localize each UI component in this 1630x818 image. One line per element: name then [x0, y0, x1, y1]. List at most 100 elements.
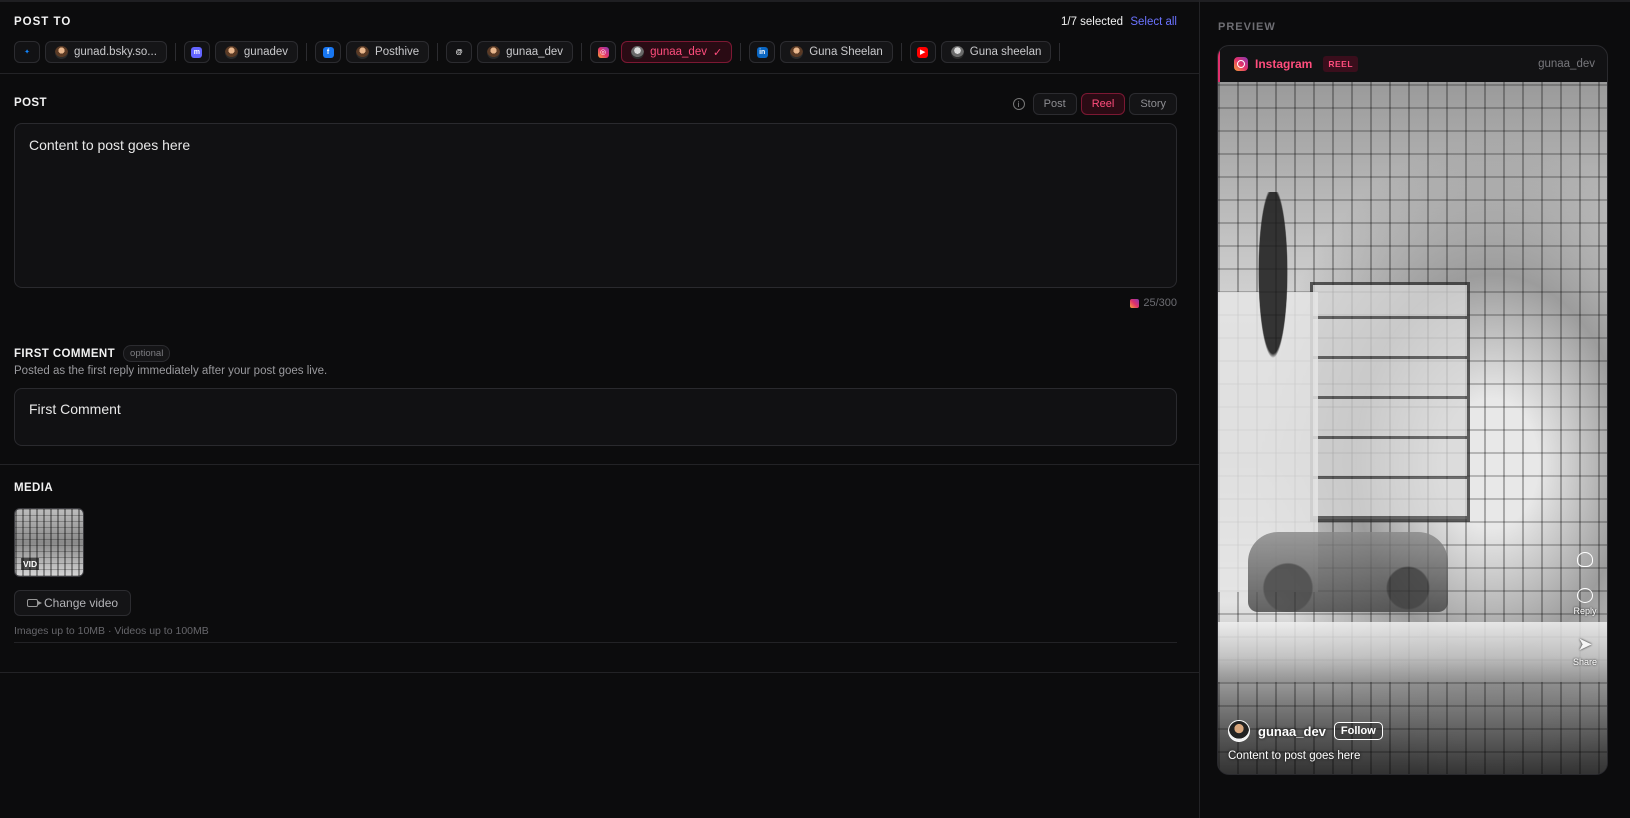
video-frame-detail [1248, 532, 1448, 612]
mastodon-icon: m [191, 46, 203, 58]
group-separator [900, 43, 902, 61]
reply-icon [1577, 588, 1593, 603]
share-label: Share [1572, 657, 1598, 667]
account-name: Posthive [375, 46, 420, 58]
account-name: gunaa_dev [506, 46, 564, 58]
preview-card: Instagram REEL gunaa_dev Reply ➤ Share g… [1217, 45, 1608, 775]
avatar [55, 45, 68, 59]
account-name: Guna sheelan [969, 46, 1042, 58]
selected-count: 1/7 selected [1060, 16, 1123, 28]
group-separator [581, 43, 583, 61]
avatar [631, 45, 645, 59]
account-chip-threads[interactable]: gunaa_dev [477, 41, 574, 63]
reel-video[interactable]: Reply ➤ Share gunaa_dev Follow Content t… [1218, 82, 1607, 774]
reel-footer: gunaa_dev Follow Content to post goes he… [1228, 720, 1558, 762]
first-comment-header: FIRST COMMENT optional [14, 345, 171, 362]
type-story-button[interactable]: Story [1129, 93, 1177, 115]
post-title: POST [14, 97, 47, 109]
share-icon: ➤ [1577, 634, 1593, 654]
post-content-textarea[interactable]: Content to post goes here [14, 123, 1177, 288]
post-to-header: POST TO 1/7 selected Select all [14, 16, 1177, 32]
type-post-button[interactable]: Post [1032, 93, 1077, 115]
reel-badge: REEL [1323, 56, 1359, 72]
avatar [487, 45, 501, 59]
first-comment-description: Posted as the first reply immediately af… [14, 365, 328, 377]
account-name: Guna Sheelan [809, 46, 883, 58]
media-title: MEDIA [14, 482, 54, 494]
preview-platform: Instagram [1255, 57, 1313, 71]
account-chip-instagram[interactable]: gunaa_dev ✓ [621, 41, 733, 63]
info-icon[interactable]: i [1012, 98, 1025, 110]
reel-username: gunaa_dev [1258, 723, 1326, 739]
instagram-icon [1234, 57, 1248, 71]
group-separator [437, 43, 439, 61]
type-reel-button[interactable]: Reel [1080, 93, 1126, 115]
divider [0, 672, 1199, 673]
linkedin-icon: in [756, 46, 768, 58]
preview-header: Instagram REEL gunaa_dev [1218, 46, 1607, 82]
change-video-label: Change video [44, 596, 119, 610]
change-video-button[interactable]: Change video [14, 590, 132, 616]
counter-text: 25/300 [1143, 297, 1177, 309]
platform-filter-linkedin[interactable]: in [749, 41, 776, 63]
threads-icon: @ [455, 48, 463, 56]
group-separator [174, 43, 176, 61]
divider [0, 73, 1199, 74]
instagram-icon: ◎ [597, 46, 609, 58]
platform-filter-threads[interactable]: @ [446, 41, 473, 63]
avatar [790, 45, 804, 59]
account-name: gunaa_dev [650, 46, 707, 58]
first-comment-input[interactable]: First Comment [14, 388, 1177, 446]
platform-filter-youtube[interactable]: ▶ [909, 41, 936, 63]
divider [14, 642, 1177, 643]
video-frame-detail [1310, 282, 1470, 522]
heart-icon [1577, 552, 1593, 567]
composer-panel: POST TO 1/7 selected Select all ✦ gunad.b… [0, 0, 1199, 818]
avatar [224, 45, 238, 59]
reply-action[interactable]: Reply [1567, 588, 1603, 616]
group-separator [1059, 43, 1061, 61]
account-chip-mastodon[interactable]: gunadev [214, 41, 299, 63]
platform-filter-instagram[interactable]: ◎ [590, 41, 617, 63]
follow-button[interactable]: Follow [1333, 722, 1383, 740]
platform-filter-facebook[interactable]: f [315, 41, 342, 63]
account-name: gunadev [243, 46, 289, 58]
account-chip-facebook[interactable]: Posthive [346, 41, 430, 63]
account-chip-linkedin[interactable]: Guna Sheelan [780, 41, 893, 63]
preview-username: gunaa_dev [1538, 58, 1595, 70]
account-selector: ✦ gunad.bsky.so... m gunadev f Posthive @ gunaa… [14, 40, 1068, 64]
like-action[interactable] [1567, 552, 1603, 570]
platform-filter-mastodon[interactable]: m [183, 41, 210, 63]
media-limits: Images up to 10MB · Videos up to 100MB [14, 625, 209, 637]
reel-actions: Reply ➤ Share [1567, 552, 1603, 685]
instagram-icon [1130, 298, 1140, 308]
share-action[interactable]: ➤ Share [1567, 634, 1603, 667]
preview-panel: PREVIEW Instagram REEL gunaa_dev Reply ➤… [1200, 0, 1630, 818]
reply-label: Reply [1573, 606, 1597, 616]
media-thumbnail[interactable]: VID [14, 508, 84, 577]
bluesky-icon: ✦ [24, 49, 30, 56]
platform-filter-bluesky[interactable]: ✦ [14, 41, 40, 63]
optional-badge: optional [123, 345, 171, 362]
video-camera-icon [27, 599, 42, 607]
account-chip-bluesky[interactable]: gunad.bsky.so... [45, 41, 167, 63]
divider [0, 464, 1199, 465]
character-counter: 25/300 [1130, 297, 1177, 309]
select-all-link[interactable]: Select all [1130, 16, 1177, 28]
avatar [356, 45, 370, 59]
video-badge: VID [21, 558, 40, 570]
group-separator [306, 43, 308, 61]
account-chip-youtube[interactable]: Guna sheelan [940, 41, 1052, 63]
avatar [1228, 720, 1250, 742]
post-type-switch: i Post Reel Story [1012, 93, 1177, 115]
reel-caption: Content to post goes here [1228, 750, 1361, 762]
first-comment-text: First Comment [29, 401, 121, 417]
facebook-icon: f [322, 46, 334, 58]
avatar [950, 45, 964, 59]
check-icon: ✓ [712, 46, 723, 59]
group-separator [740, 43, 742, 61]
post-to-title: POST TO [14, 16, 72, 28]
youtube-icon: ▶ [917, 46, 929, 58]
account-name: gunad.bsky.so... [74, 46, 157, 58]
post-content-text: Content to post goes here [29, 137, 191, 153]
